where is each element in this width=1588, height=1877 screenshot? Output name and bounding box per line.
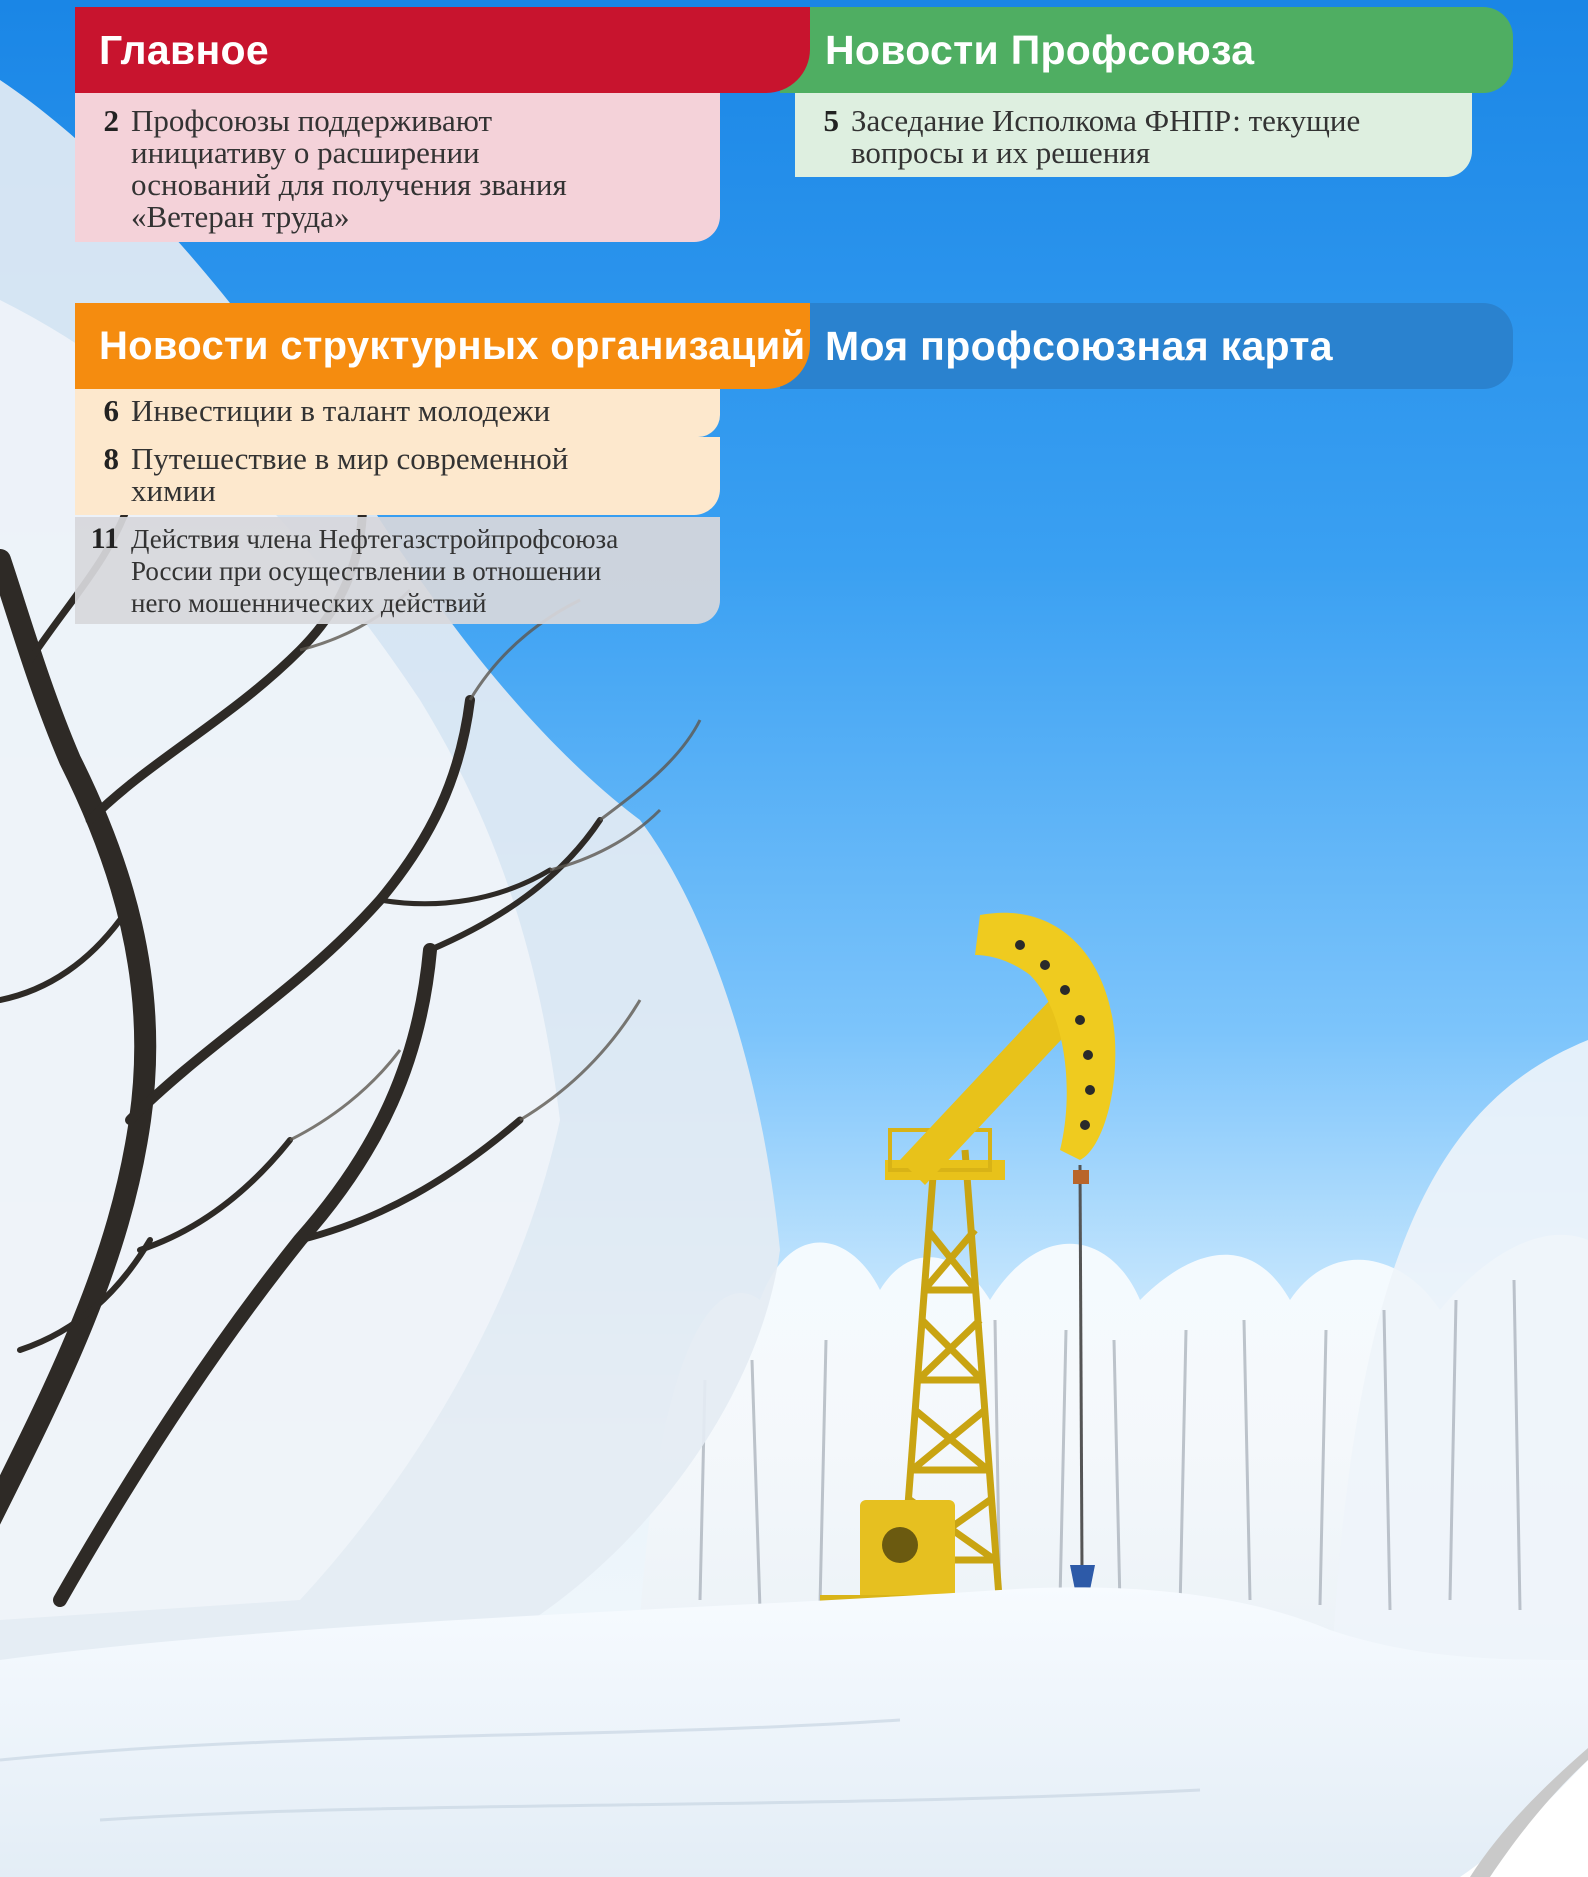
structural-news-header: Новости структурных организаций xyxy=(75,303,810,389)
contents-entry[interactable]: 6 Инвестиции в талант молодежи xyxy=(75,395,720,427)
entry-title-line: вопросы и их решения xyxy=(851,135,1151,170)
entry-title-line: Профсоюзы поддерживают xyxy=(131,103,493,138)
contents-entry[interactable]: 2 Профсоюзы поддерживают инициативу о ра… xyxy=(75,105,720,233)
main-item-box: 2 Профсоюзы поддерживают инициативу о ра… xyxy=(75,93,720,242)
entry-title: Профсоюзы поддерживают инициативу о расш… xyxy=(131,105,567,233)
my-card-header: Моя профсоюзная карта xyxy=(780,303,1513,389)
structural-news-item-box: 6 Инвестиции в талант молодежи xyxy=(75,389,720,437)
contents-entry[interactable]: 11 Действия члена Нефтегазстройпрофсоюза… xyxy=(75,523,720,619)
entry-title-line: Заседание Исполкома ФНПР: текущие xyxy=(851,103,1361,138)
main-header: Главное xyxy=(75,7,810,93)
entry-title: Инвестиции в талант молодежи xyxy=(131,395,550,427)
union-news-header: Новости Профсоюза xyxy=(780,7,1513,93)
my-card-title: Моя профсоюзная карта xyxy=(825,322,1333,369)
entry-title-line: него мошеннических действий xyxy=(131,588,487,618)
winter-oilfield-photo xyxy=(0,80,1588,1877)
entry-title-line: химии xyxy=(131,473,216,508)
entry-title-line: инициативу о расширении xyxy=(131,135,480,170)
magazine-contents-page: Новости Профсоюза Главное 2 Профсоюзы по… xyxy=(0,0,1588,1877)
union-news-item-box: 5 Заседание Исполкома ФНПР: текущие вопр… xyxy=(795,93,1472,177)
page-number: 5 xyxy=(823,103,840,138)
entry-title: Путешествие в мир современной химии xyxy=(131,443,568,507)
entry-title-line: оснований для получения звания xyxy=(131,167,567,202)
contents-entry[interactable]: 8 Путешествие в мир современной химии xyxy=(75,443,720,507)
entry-title-line: Путешествие в мир современной xyxy=(131,441,569,476)
entry-title-line: Инвестиции в талант молодежи xyxy=(131,393,551,428)
entry-title: Действия члена Нефтегазстройпрофсоюза Ро… xyxy=(131,523,618,619)
entry-title-line: России при осуществлении в отношении xyxy=(131,556,602,586)
structural-news-title: Новости структурных организаций xyxy=(99,323,806,368)
page-number: 8 xyxy=(103,441,120,476)
union-news-title: Новости Профсоюза xyxy=(825,26,1255,73)
contents-entry[interactable]: 5 Заседание Исполкома ФНПР: текущие вопр… xyxy=(795,105,1472,169)
page-number: 11 xyxy=(90,522,119,555)
structural-news-item-box: 8 Путешествие в мир современной химии xyxy=(75,437,720,515)
main-title: Главное xyxy=(99,26,269,73)
entry-title-line: «Ветеран труда» xyxy=(131,199,350,234)
structural-news-item-box: 11 Действия члена Нефтегазстройпрофсоюза… xyxy=(75,517,720,624)
entry-title-line: Действия члена Нефтегазстройпрофсоюза xyxy=(131,524,619,554)
page-number: 2 xyxy=(103,103,120,138)
page-number: 6 xyxy=(103,393,120,428)
entry-title: Заседание Исполкома ФНПР: текущие вопрос… xyxy=(851,105,1360,169)
